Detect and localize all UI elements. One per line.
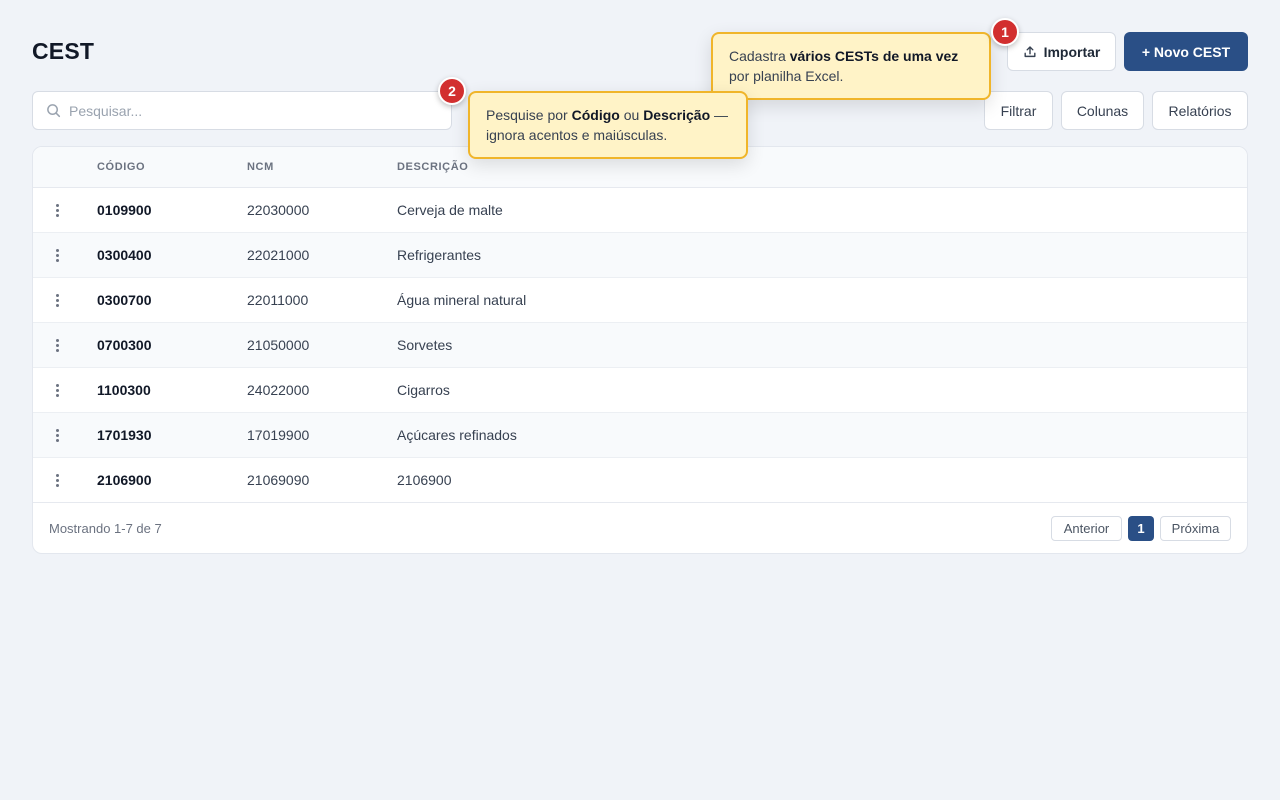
table-footer: Mostrando 1-7 de 7 Anterior 1 Próxima [33, 502, 1247, 553]
kebab-menu-icon[interactable] [47, 423, 67, 447]
cell-description: Refrigerantes [397, 247, 482, 263]
tooltip-text: Pesquise por [486, 107, 572, 123]
cell-code: 0300400 [97, 247, 152, 263]
kebab-menu-icon[interactable] [47, 243, 67, 267]
upload-icon [1024, 45, 1036, 57]
search-input[interactable] [69, 102, 451, 119]
table-row[interactable]: 0700300 21050000 Sorvetes [33, 323, 1247, 368]
kebab-menu-icon[interactable] [47, 468, 67, 492]
cell-description: Cigarros [397, 382, 450, 398]
kebab-menu-icon[interactable] [47, 378, 67, 402]
tooltip-text: por planilha Excel. [729, 68, 844, 84]
step-badge: 1 [991, 18, 1019, 46]
tooltip-emphasis: vários CESTs de uma vez [789, 48, 959, 64]
kebab-menu-icon[interactable] [47, 288, 67, 312]
step-badge: 2 [438, 77, 466, 105]
cell-ncm: 17019900 [247, 427, 310, 443]
import-button[interactable]: Importar [1007, 32, 1116, 71]
cell-code: 1100300 [97, 382, 151, 398]
columns-button[interactable]: Colunas [1061, 91, 1144, 130]
cell-code: 0109900 [97, 202, 152, 218]
search-icon [47, 104, 61, 118]
import-tooltip: Cadastra vários CESTs de uma vez por pla… [711, 32, 991, 100]
new-cest-button[interactable]: + Novo CEST [1124, 32, 1248, 71]
table-row[interactable]: 2106900 21069090 2106900 [33, 458, 1247, 503]
page-title: CEST [32, 38, 95, 64]
column-header-ncm[interactable]: NCM [247, 161, 274, 173]
column-header-code[interactable]: CÓDIGO [97, 161, 145, 173]
cest-table-card: CÓDIGO NCM DESCRIÇÃO 0109900 22030000 Ce… [32, 146, 1248, 554]
cell-code: 2106900 [97, 472, 152, 488]
cell-description: 2106900 [397, 472, 452, 488]
table-row[interactable]: 1100300 24022000 Cigarros [33, 368, 1247, 413]
cell-ncm: 24022000 [247, 382, 310, 398]
pagination-summary: Mostrando 1-7 de 7 [49, 521, 162, 536]
cell-code: 1701930 [97, 427, 152, 443]
cell-code: 0700300 [97, 337, 152, 353]
tooltip-text: ou [619, 107, 644, 123]
cell-description: Sorvetes [397, 337, 453, 353]
cell-description: Açúcares refinados [397, 427, 517, 443]
filter-button[interactable]: Filtrar [984, 91, 1053, 130]
table-body: 0109900 22030000 Cerveja de malte 030040… [33, 188, 1247, 503]
cell-ncm: 22021000 [247, 247, 310, 263]
cell-ncm: 22030000 [247, 202, 310, 218]
previous-page-button[interactable]: Anterior [1051, 516, 1122, 541]
import-button-label: Importar [1043, 43, 1101, 60]
table-row[interactable]: 0109900 22030000 Cerveja de malte [33, 188, 1247, 233]
kebab-menu-icon[interactable] [47, 198, 67, 222]
search-box[interactable] [32, 91, 452, 130]
column-header-description[interactable]: DESCRIÇÃO [397, 161, 468, 173]
table-row[interactable]: 0300700 22011000 Água mineral natural [33, 278, 1247, 323]
tooltip-emphasis: Código [571, 107, 620, 123]
tooltip-emphasis: Descrição [643, 107, 711, 123]
cell-ncm: 21069090 [247, 472, 310, 488]
cell-description: Cerveja de malte [397, 202, 503, 218]
cell-ncm: 22011000 [247, 292, 309, 308]
page-1-button[interactable]: 1 [1128, 516, 1154, 541]
table-row[interactable]: 1701930 17019900 Açúcares refinados [33, 413, 1247, 458]
cell-description: Água mineral natural [397, 292, 527, 308]
cell-ncm: 21050000 [247, 337, 310, 353]
search-tooltip: Pesquise por Código ou Descrição — ignor… [468, 91, 748, 159]
table-row[interactable]: 0300400 22021000 Refrigerantes [33, 233, 1247, 278]
cell-code: 0300700 [97, 292, 152, 308]
tooltip-text: Cadastra [729, 48, 790, 64]
next-page-button[interactable]: Próxima [1160, 516, 1231, 541]
kebab-menu-icon[interactable] [47, 333, 67, 357]
reports-button[interactable]: Relatórios [1152, 91, 1248, 130]
